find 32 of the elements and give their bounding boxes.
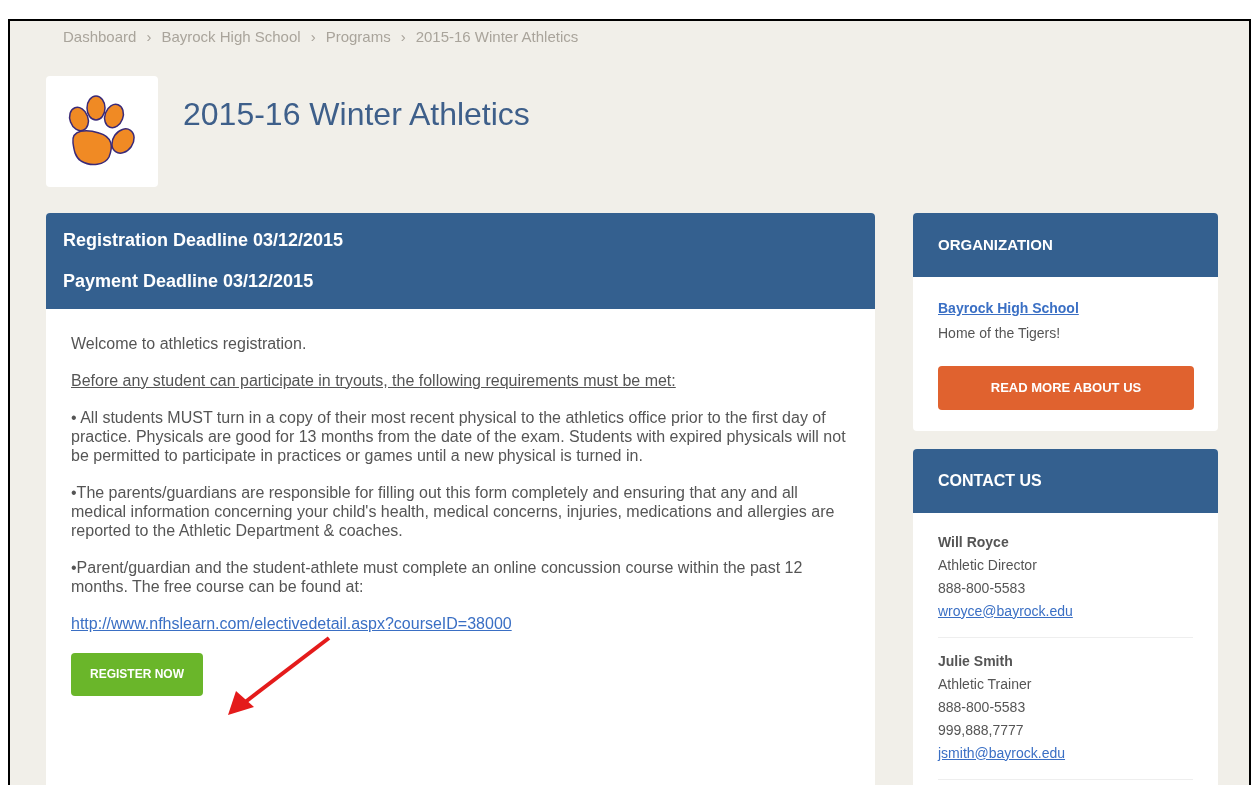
contact-email[interactable]: wroyce@bayrock.edu	[938, 599, 1073, 623]
contact-phone: 999,888,7777	[938, 720, 1025, 740]
contact-role: Athletic Director	[938, 555, 1038, 575]
contact-phone: 888-800-5583	[938, 697, 1027, 717]
paw-print-logo	[67, 95, 137, 167]
body-paragraph: •The parents/guardians are responsible for filling out this form completely and ensuring that any and all medical information concerning your child's health, medical concerns, injuries, medications and allergies are reported to the Athletic Department & coaches.	[71, 482, 836, 540]
contact-name: Julie Smith	[938, 651, 1014, 671]
read-more-button[interactable]: READ MORE ABOUT US	[938, 366, 1194, 410]
card-header: CONTACT US	[913, 448, 1218, 513]
card-header: ORGANIZATION	[913, 212, 1218, 277]
body-paragraph: • All students MUST turn in a copy of their most recent physical to the athletics office prior to the first day of practice. Physicals are good for 13 months from the date of the exam. Students with expired physicals will not be permitted to participate in practices or games until a new physical is turned in.	[71, 407, 847, 465]
breadcrumb-link[interactable]: Programs	[325, 26, 391, 49]
organization-link[interactable]: Bayrock High School	[938, 298, 1079, 319]
contact-role: Athletic Trainer	[938, 674, 1033, 694]
breadcrumb-separator: ›	[310, 27, 316, 47]
body-paragraph: •Parent/guardian and the student-athlete must complete an online concussion course within the past 12 months. The free course can be found at:	[71, 557, 804, 596]
breadcrumb-separator: ›	[146, 27, 152, 47]
page-title: 2015-16 Winter Athletics	[183, 94, 530, 134]
contact-email[interactable]: jsmith@bayrock.edu	[938, 741, 1066, 765]
deadline-text: Registration Deadline 03/12/2015	[63, 228, 345, 252]
contact-name: Will Royce	[938, 532, 1010, 552]
breadcrumb-link[interactable]: Dashboard	[63, 26, 137, 49]
contact-phone: 888-800-5583	[938, 578, 1027, 598]
deadline-text: Payment Deadline 03/12/2015	[63, 269, 315, 293]
body-paragraph: Welcome to athletics registration.	[71, 333, 308, 353]
register-now-button[interactable]: REGISTER NOW	[71, 652, 203, 696]
breadcrumb-link[interactable]: Bayrock High School	[161, 26, 301, 49]
requirements-heading: Before any student can participate in tryouts, the following requirements must be met:	[71, 370, 677, 390]
breadcrumb-separator: ›	[400, 27, 406, 47]
breadcrumb-link[interactable]: 2015-16 Winter Athletics	[415, 26, 579, 49]
course-link[interactable]: http://www.nfhslearn.com/electivedetail.aspx?courseID=38000	[71, 613, 512, 633]
tagline: Home of the Tigers!	[938, 324, 1062, 343]
